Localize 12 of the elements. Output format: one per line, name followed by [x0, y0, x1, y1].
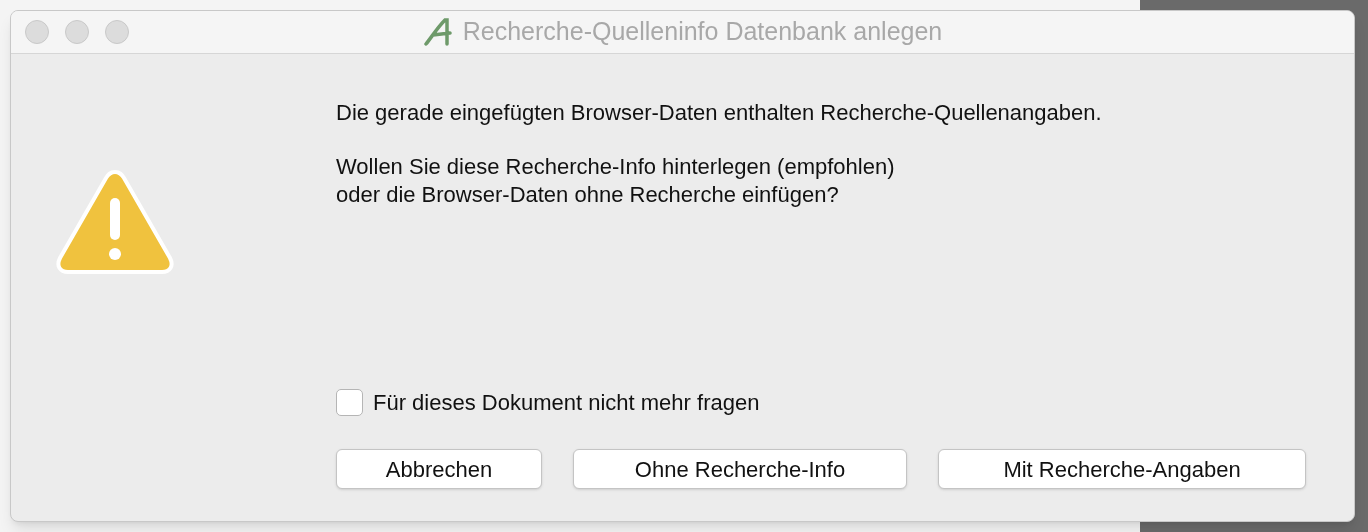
- warning-icon: [54, 168, 176, 276]
- dialog-button[interactable]: Ohne Recherche-Info: [573, 449, 907, 489]
- dialog-button[interactable]: Mit Recherche-Angaben: [938, 449, 1306, 489]
- window-title: Recherche-Quelleninfo Datenbank anlegen: [462, 16, 943, 48]
- window-control[interactable]: [25, 20, 49, 44]
- dialog-button[interactable]: Abbrechen: [336, 449, 542, 489]
- message-text: Wollen Sie diese Recherche-Info hinterlegen (empfohlen) oder die Browser-Daten ohne Recherche einfügen?: [336, 153, 896, 209]
- window-control[interactable]: [65, 20, 89, 44]
- message-text: Die gerade eingefügten Browser-Daten enthalten Recherche-Quellenangaben.: [336, 99, 1103, 127]
- checkbox[interactable]: [336, 389, 363, 416]
- checkbox-label: Für dieses Dokument nicht mehr fragen: [373, 389, 760, 417]
- window-control[interactable]: [105, 20, 129, 44]
